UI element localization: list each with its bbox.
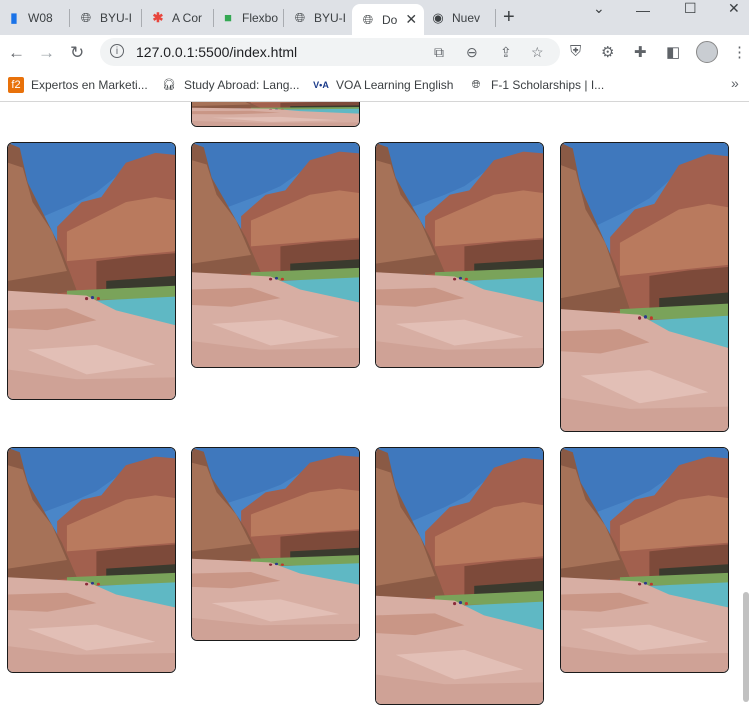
tab-2[interactable]: 🌐︎ BYU-I xyxy=(78,0,142,35)
shield-icon[interactable]: ⛨ xyxy=(570,43,581,60)
info-icon[interactable]: i xyxy=(110,44,124,58)
globe-icon: 🌐︎ xyxy=(471,79,481,91)
headset-icon: 🎧︎ xyxy=(162,79,176,91)
bookmark-label: Study Abroad: Lang... xyxy=(184,78,300,92)
tab-label: BYU-I xyxy=(100,10,133,25)
minimize-icon[interactable]: — xyxy=(636,2,650,18)
bookmarks-bar: f2 Expertos en Marketi... 🎧︎ Study Abroa… xyxy=(0,69,749,102)
gallery-image xyxy=(191,102,360,127)
tab-3[interactable]: ✱ A Cor xyxy=(150,0,214,35)
gallery-image xyxy=(7,447,176,673)
gallery-image xyxy=(191,447,360,641)
bookmark-3[interactable]: V•A VOA Learning English xyxy=(313,77,453,93)
bookmark-label: VOA Learning English xyxy=(336,78,454,92)
tab-active[interactable]: 🌐︎ Do ✕ xyxy=(352,4,424,35)
gallery-image xyxy=(7,142,176,400)
side-panel-icon[interactable]: ◧ xyxy=(666,43,680,61)
back-icon[interactable]: ← xyxy=(8,43,25,63)
translate-icon[interactable]: ⧉ xyxy=(434,44,444,61)
tab-strip: ▮ W08 🌐︎ BYU-I ✱ A Cor ■ Flexbo 🌐︎ BYU-I… xyxy=(0,0,749,35)
tab-label: Flexbo xyxy=(242,10,279,25)
chrome-icon: ◉ xyxy=(432,9,444,25)
close-tab-icon[interactable]: ✕ xyxy=(405,11,417,28)
maximize-icon[interactable]: ☐ xyxy=(684,0,697,16)
tab-search-icon[interactable]: ⌄ xyxy=(593,0,605,16)
avatar[interactable] xyxy=(696,41,718,63)
gallery-image xyxy=(375,447,544,705)
browser-toolbar: ← → ↻ i 127.0.0.1:5500/index.html ⧉ ⊖ ⇪ … xyxy=(0,35,749,69)
forward-icon[interactable]: → xyxy=(38,43,55,63)
gallery-image xyxy=(560,447,729,673)
share-icon[interactable]: ⇪ xyxy=(500,44,512,61)
gallery-image xyxy=(191,142,360,368)
globe-icon: 🌐︎ xyxy=(80,9,92,25)
scrollbar[interactable] xyxy=(743,592,749,702)
frog-icon: ■ xyxy=(224,10,232,25)
bar-chart-icon: ▮ xyxy=(10,9,18,25)
tab-label: BYU-I xyxy=(314,10,347,25)
close-window-icon[interactable]: ✕ xyxy=(728,0,740,16)
tab-label: Nuev xyxy=(452,10,481,25)
bookmark-1[interactable]: f2 Expertos en Marketi... xyxy=(8,77,148,93)
page-content xyxy=(0,102,749,707)
bookmark-4[interactable]: 🌐︎ F-1 Scholarships | I... xyxy=(468,77,605,93)
new-tab-button[interactable]: + xyxy=(503,6,515,29)
bookmark-2[interactable]: 🎧︎ Study Abroad: Lang... xyxy=(161,77,299,93)
tab-1[interactable]: ▮ W08 xyxy=(6,0,70,35)
voa-icon: V•A xyxy=(313,80,329,90)
globe-icon: 🌐︎ xyxy=(362,11,374,27)
gallery-image xyxy=(560,142,729,432)
f2-icon: f2 xyxy=(8,77,24,93)
url-text[interactable]: 127.0.0.1:5500/index.html xyxy=(136,44,297,60)
extensions-icon[interactable]: ✚ xyxy=(634,43,647,61)
address-bar[interactable]: i 127.0.0.1:5500/index.html ⧉ ⊖ ⇪ ☆ xyxy=(100,38,560,66)
zoom-icon[interactable]: ⊖ xyxy=(466,44,478,61)
tab-4[interactable]: ■ Flexbo xyxy=(220,0,284,35)
gallery-image xyxy=(375,142,544,368)
asterisk-icon: ✱ xyxy=(152,9,164,25)
globe-icon: 🌐︎ xyxy=(294,9,306,25)
more-bookmarks-icon[interactable]: » xyxy=(731,75,739,91)
reload-icon[interactable]: ↻ xyxy=(70,43,84,63)
bookmark-label: F-1 Scholarships | I... xyxy=(491,78,605,92)
tab-label: A Cor xyxy=(172,10,203,25)
tab-label: Do xyxy=(382,12,398,27)
bookmark-star-icon[interactable]: ☆ xyxy=(531,44,544,61)
bookmark-label: Expertos en Marketi... xyxy=(31,78,148,92)
menu-icon[interactable]: ⋮ xyxy=(732,43,747,61)
settings-gear-icon[interactable]: ⚙ xyxy=(601,43,614,61)
tab-5[interactable]: 🌐︎ BYU-I xyxy=(292,0,350,35)
tab-7[interactable]: ◉ Nuev xyxy=(430,0,496,35)
tab-label: W08 xyxy=(28,10,53,25)
